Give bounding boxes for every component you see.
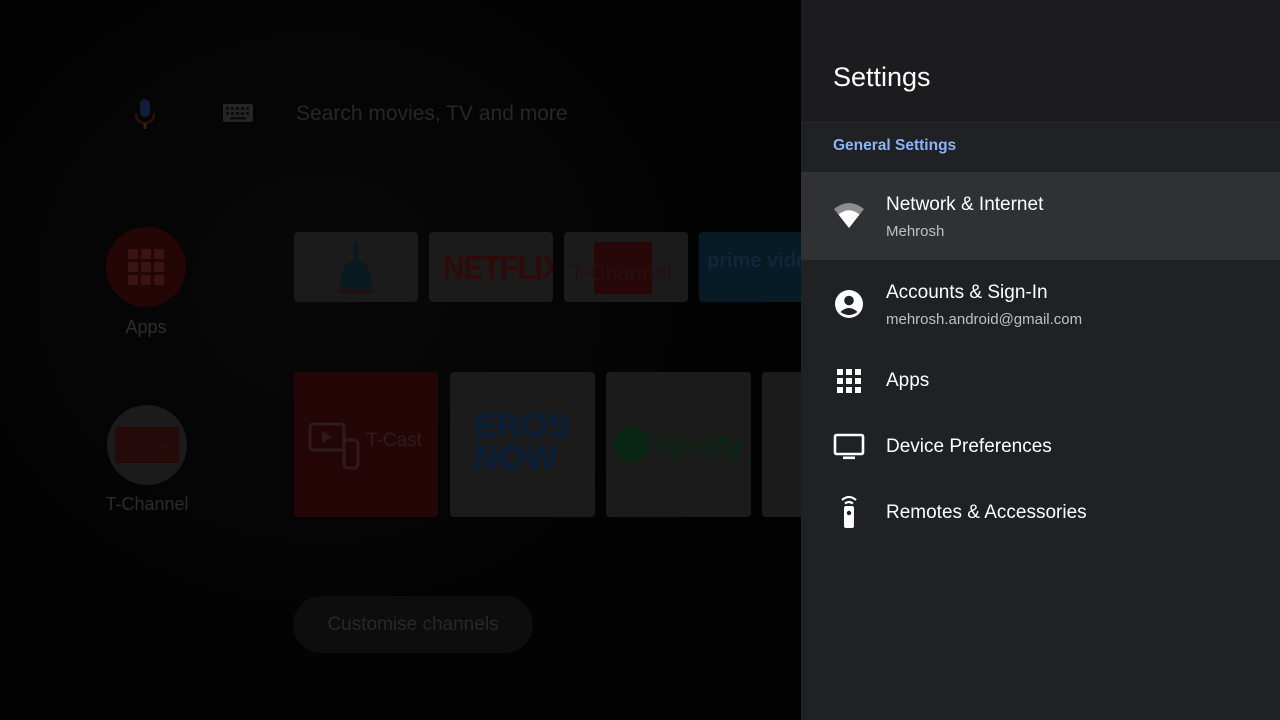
app-tile-partial[interactable] bbox=[762, 372, 801, 517]
apps-launcher-button[interactable] bbox=[106, 227, 186, 307]
spotify-icon bbox=[614, 426, 650, 462]
mosque-logo-icon bbox=[338, 242, 374, 294]
settings-header: Settings bbox=[801, 0, 1280, 123]
settings-item-subtitle: mehrosh.android@gmail.com bbox=[886, 311, 1083, 328]
settings-item-title: Accounts & Sign-In bbox=[886, 282, 1048, 303]
settings-item-remotes[interactable]: Remotes & Accessories bbox=[801, 480, 1280, 546]
tchannel-logo: T-Channel bbox=[113, 440, 169, 454]
eros-now-logo: EROS NOW bbox=[474, 407, 571, 477]
apps-grid-icon bbox=[128, 249, 164, 285]
settings-item-title: Network & Internet bbox=[886, 194, 1044, 215]
prime-video-tile[interactable]: prime video bbox=[699, 232, 801, 302]
spotify-tile[interactable]: Spotify bbox=[606, 372, 751, 517]
settings-item-network[interactable]: Network & Internet Mehrosh bbox=[801, 172, 1280, 260]
settings-item-subtitle: Mehrosh bbox=[886, 223, 945, 240]
settings-item-title: Device Preferences bbox=[886, 436, 1052, 457]
home-screen: Search movies, TV and more Apps T-Channe… bbox=[0, 0, 801, 720]
tv-icon bbox=[833, 433, 865, 460]
cast-screen-icon bbox=[308, 422, 360, 470]
customise-channels-button[interactable]: Customise channels bbox=[293, 596, 533, 653]
tchannel-tile-logo: T-Channel bbox=[570, 260, 672, 285]
tchannel-tile[interactable]: T-Channel bbox=[564, 232, 688, 302]
general-settings-heading: General Settings bbox=[833, 137, 957, 154]
apps-grid-icon bbox=[837, 369, 861, 393]
keyboard-icon[interactable] bbox=[223, 102, 253, 124]
spotify-logo: Spotify bbox=[654, 430, 743, 460]
netflix-logo: NETFLIX bbox=[443, 250, 553, 287]
settings-item-title: Apps bbox=[886, 370, 930, 391]
tcast-tile[interactable]: T-Cast bbox=[294, 372, 438, 517]
wifi-icon bbox=[834, 203, 864, 228]
settings-item-accounts[interactable]: Accounts & Sign-In mehrosh.android@gmail… bbox=[801, 260, 1280, 348]
remote-icon bbox=[841, 495, 857, 528]
settings-panel: Settings General Settings Network & Inte… bbox=[801, 0, 1280, 720]
tchannel-label: T-Channel bbox=[105, 494, 189, 514]
settings-item-device-preferences[interactable]: Device Preferences bbox=[801, 414, 1280, 480]
search-input[interactable]: Search movies, TV and more bbox=[296, 102, 568, 126]
account-icon bbox=[835, 290, 863, 318]
eros-now-tile[interactable]: EROS NOW bbox=[450, 372, 595, 517]
apps-label: Apps bbox=[125, 317, 167, 337]
settings-title: Settings bbox=[833, 62, 931, 92]
settings-item-apps[interactable]: Apps bbox=[801, 348, 1280, 414]
app-tile-first[interactable] bbox=[294, 232, 418, 302]
tchannel-favorite-button[interactable]: T-Channel bbox=[107, 405, 187, 485]
netflix-tile[interactable]: NETFLIX bbox=[429, 232, 553, 302]
prime-video-logo: prime video bbox=[707, 250, 801, 272]
settings-item-title: Remotes & Accessories bbox=[886, 502, 1087, 523]
microphone-icon[interactable] bbox=[133, 97, 157, 131]
tcast-logo: T-Cast bbox=[366, 430, 422, 451]
